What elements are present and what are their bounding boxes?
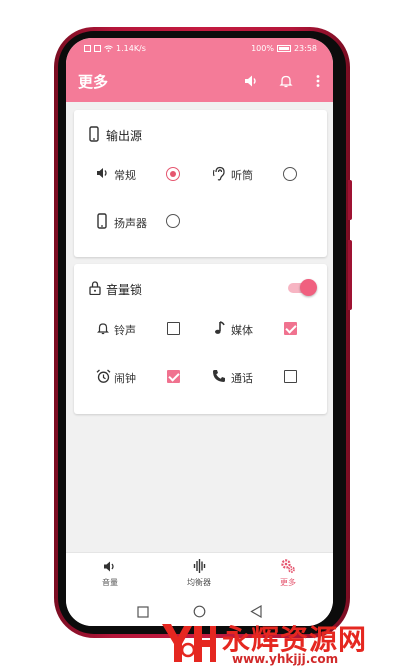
checkbox-ringtone[interactable]: [167, 322, 180, 335]
option-normal-label: 常规: [114, 169, 136, 182]
alarm-icon: [95, 368, 111, 384]
stage: 1.14K/s 100% 23:58 更多 输出源 常规 听筒 扬声器 音量锁 …: [0, 0, 400, 672]
nav-volume-label: 音量: [102, 578, 118, 587]
recents-icon[interactable]: [137, 603, 149, 622]
output-source-card: 输出源 常规 听筒 扬声器: [74, 110, 327, 257]
nav-equalizer[interactable]: 均衡器: [164, 557, 234, 588]
music-note-icon: [212, 320, 226, 335]
volume-lock-title: 音量锁: [106, 283, 143, 297]
radio-earpiece[interactable]: [283, 167, 297, 181]
sim-icon: [94, 45, 101, 52]
volume-button: [348, 240, 352, 310]
app-bar: 更多: [66, 60, 333, 102]
more-vert-icon[interactable]: [308, 71, 328, 91]
watermark: 永辉资源网 www.yhkjjj.com: [160, 614, 400, 672]
notification-icon: [84, 45, 91, 52]
nav-more-label: 更多: [280, 578, 296, 587]
bottom-nav: 音量 均衡器 更多: [66, 552, 333, 594]
option-media-label: 媒体: [231, 324, 253, 337]
lock-icon: [88, 280, 102, 296]
volume-icon[interactable]: [241, 71, 261, 91]
gears-icon: [253, 557, 323, 575]
bell-icon: [96, 321, 110, 335]
output-source-title: 输出源: [106, 129, 143, 143]
power-button: [348, 180, 352, 220]
option-speaker-label: 扬声器: [114, 217, 147, 230]
battery-percent: 100%: [251, 44, 274, 53]
battery-icon: [276, 45, 291, 52]
network-speed: 1.14K/s: [116, 44, 146, 53]
nav-equalizer-label: 均衡器: [187, 578, 211, 587]
radio-speaker[interactable]: [166, 214, 180, 228]
status-bar: 1.14K/s 100% 23:58: [66, 38, 333, 60]
volume-lock-card: 音量锁 铃声 媒体 闹钟 通话: [74, 264, 327, 414]
nav-volume[interactable]: 音量: [75, 557, 145, 588]
checkbox-call[interactable]: [284, 370, 297, 383]
phone-icon: [88, 125, 100, 143]
clock: 23:58: [293, 44, 317, 53]
bell-icon[interactable]: [276, 71, 296, 91]
radio-normal[interactable]: [166, 167, 180, 181]
volume-icon: [75, 557, 145, 575]
option-call-label: 通话: [231, 372, 253, 385]
watermark-url: www.yhkjjj.com: [232, 652, 339, 666]
option-earpiece-label: 听筒: [231, 169, 253, 182]
phone-icon: [96, 212, 108, 230]
equalizer-icon: [164, 557, 234, 575]
nav-more[interactable]: 更多: [253, 557, 323, 588]
wifi-icon: [104, 45, 113, 52]
toggle-thumb: [300, 279, 317, 296]
option-ringtone-label: 铃声: [114, 324, 136, 337]
checkbox-alarm[interactable]: [167, 370, 180, 383]
speaker-icon: [95, 166, 111, 180]
page-title: 更多: [78, 73, 109, 91]
status-right: 100% 23:58: [251, 44, 317, 53]
ear-icon: [211, 165, 227, 181]
checkbox-media[interactable]: [284, 322, 297, 335]
volume-lock-toggle[interactable]: [288, 279, 318, 297]
watermark-logo-icon: [162, 624, 216, 662]
phone-screen: 1.14K/s 100% 23:58 更多 输出源 常规 听筒 扬声器 音量锁 …: [66, 38, 333, 626]
option-alarm-label: 闹钟: [114, 372, 136, 385]
status-left: 1.14K/s: [84, 44, 146, 53]
phone-call-icon: [211, 368, 227, 384]
